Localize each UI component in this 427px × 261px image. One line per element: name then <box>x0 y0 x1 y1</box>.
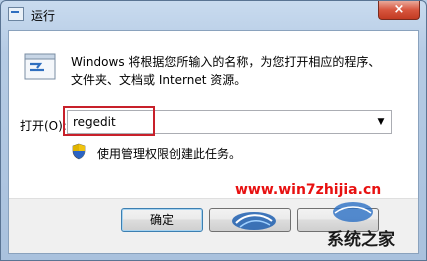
admin-note: 使用管理权限创建此任务。 <box>97 147 242 161</box>
window-title: 运行 <box>31 9 56 23</box>
run-dialog: 运行 × Windows 将根据您所输入的名称，为您打开相应的程序、 文件夹、文… <box>0 0 427 261</box>
open-combobox[interactable]: ▼ <box>67 110 392 134</box>
open-label: 打开(O): <box>20 119 67 133</box>
open-input[interactable] <box>72 113 368 131</box>
watermark-brand: 系统之家 <box>327 230 395 250</box>
watermark-logo <box>232 212 276 230</box>
run-icon <box>24 53 56 80</box>
shield-icon <box>72 143 86 160</box>
description-line-2: 文件夹、文档或 Internet 资源。 <box>71 73 247 87</box>
close-button[interactable]: × <box>378 1 420 20</box>
close-icon: × <box>393 2 405 17</box>
title-bar[interactable]: 运行 × <box>1 1 426 29</box>
ok-button[interactable]: 确定 <box>121 208 203 232</box>
run-app-icon <box>8 7 24 21</box>
chevron-down-icon[interactable]: ▼ <box>373 111 389 133</box>
description-text: Windows 将根据您所输入的名称，为您打开相应的程序、 文件夹、文档或 In… <box>71 53 391 89</box>
description-line-1: Windows 将根据您所输入的名称，为您打开相应的程序、 <box>71 55 381 69</box>
watermark-globe <box>333 202 373 222</box>
watermark-url: www.win7zhijia.cn <box>235 182 382 198</box>
